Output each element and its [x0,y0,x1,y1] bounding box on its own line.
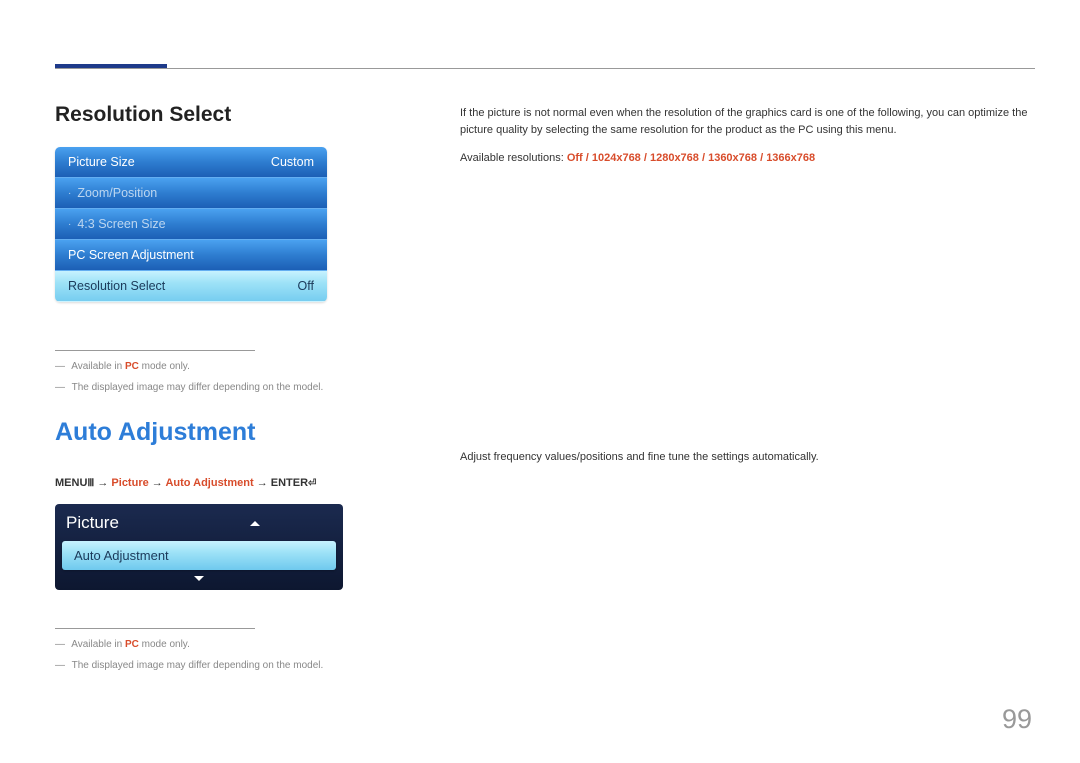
dash-icon: ― [55,639,65,650]
footnote-pc: PC [125,361,139,372]
available-resolutions: Available resolutions: Off / 1024x768 / … [460,150,1035,167]
arrow-text: → [97,477,111,489]
breadcrumb-auto: Auto Adjustment [165,477,253,489]
footnote-text: The displayed image may differ depending… [72,660,324,671]
picture-menu-header: Picture [62,511,336,541]
menu-value: Off [298,279,314,293]
enter-icon: ⏎ [308,478,316,489]
breadcrumb-menu: MENU [55,477,87,489]
breadcrumb-picture: Picture [111,477,148,489]
arrow-text: → [152,477,166,489]
breadcrumb-enter: ENTER [271,477,308,489]
menu-item-zoom-position[interactable]: · Zoom/Position [55,178,327,209]
bullet-icon: · [68,219,71,230]
picture-menu: Picture Auto Adjustment [55,504,343,590]
footnote-image-differ: ― The displayed image may differ dependi… [55,382,395,393]
left-column: Resolution Select Picture Size Custom · Z… [55,55,395,681]
right-column: If the picture is not normal even when t… [460,55,1035,681]
resolution-select-description: If the picture is not normal even when t… [460,105,1035,138]
page-number: 99 [1002,704,1032,735]
chevron-up-icon[interactable] [250,521,260,526]
breadcrumb-path: MENUⅢ → Picture → Auto Adjustment → ENTE… [55,477,395,489]
menu-label: Resolution Select [68,279,165,293]
resolution-select-menu: Picture Size Custom · Zoom/Position · 4:3 … [55,147,327,302]
footnote-image-differ: ― The displayed image may differ dependi… [55,660,395,671]
header-divider [55,68,1035,69]
dash-icon: ― [55,361,65,372]
menu-item-resolution-select[interactable]: Resolution Select Off [55,271,327,302]
footnote-pc-mode: ― Available in PC mode only. [55,361,395,372]
res-values: Off / 1024x768 / 1280x768 / 1360x768 / 1… [567,152,815,164]
auto-adjustment-description: Adjust frequency values/positions and fi… [460,449,1035,466]
res-label: Available resolutions: [460,152,567,164]
divider [55,350,255,351]
footnote-pc: PC [125,639,139,650]
section-title-auto-adjustment: Auto Adjustment [55,418,395,447]
divider [55,628,255,629]
dash-icon: ― [55,382,65,393]
menu-label: PC Screen Adjustment [68,248,194,262]
bullet-icon: · [68,188,71,199]
footnote-text: mode only. [139,639,190,650]
menu-item-43-screen-size[interactable]: · 4:3 Screen Size [55,209,327,240]
menu-icon: Ⅲ [87,478,94,489]
footnote-text: Available in [71,361,125,372]
menu-item-auto-adjustment[interactable]: Auto Adjustment [62,541,336,570]
footnote-text: mode only. [139,361,190,372]
footnote-text: Available in [71,639,125,650]
section-title-resolution-select: Resolution Select [55,103,395,127]
page-content: Resolution Select Picture Size Custom · Z… [0,0,1080,681]
footnote-pc-mode: ― Available in PC mode only. [55,639,395,650]
menu-item-pc-screen-adjustment[interactable]: PC Screen Adjustment [55,240,327,271]
menu-item-picture-size[interactable]: Picture Size Custom [55,147,327,178]
menu-label: Auto Adjustment [74,548,169,563]
footnote-text: The displayed image may differ depending… [72,382,324,393]
picture-menu-title: Picture [66,513,119,533]
chevron-down-wrap[interactable] [62,576,336,581]
menu-label: Picture Size [68,155,135,169]
dash-icon: ― [55,660,65,671]
chevron-down-icon [194,576,204,581]
menu-value: Custom [271,155,314,169]
arrow-text: → [257,477,271,489]
menu-label: Zoom/Position [77,186,157,200]
menu-label: 4:3 Screen Size [77,217,165,231]
